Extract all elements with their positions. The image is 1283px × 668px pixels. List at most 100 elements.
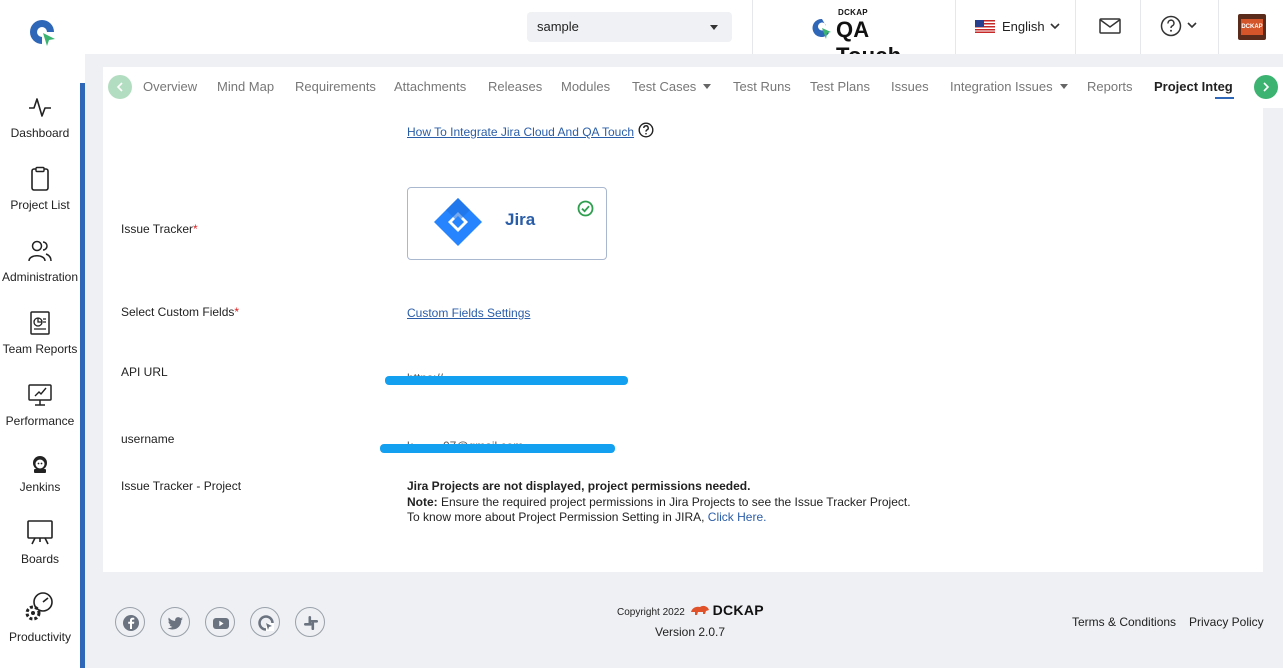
language-label: English <box>1002 19 1045 34</box>
notice-note-text: Ensure the required project permissions … <box>437 494 911 509</box>
tab-mind-map[interactable]: Mind Map <box>217 79 274 94</box>
chevron-down-icon[interactable] <box>1186 19 1198 33</box>
tab-modules[interactable]: Modules <box>561 79 610 94</box>
sidebar-item-project-list[interactable]: Project List <box>0 166 80 212</box>
chevron-down-icon <box>1050 23 1060 30</box>
help-icon[interactable] <box>638 122 654 138</box>
sidebar-item-label: Performance <box>5 414 75 428</box>
sidebar-item-team-reports[interactable]: Team Reports <box>0 310 80 356</box>
jira-logo-icon <box>434 198 482 246</box>
sidebar-item-label: Administration <box>1 270 79 284</box>
tabs-scroll-left-button[interactable] <box>108 75 132 99</box>
sidebar-item-label: Jenkins <box>19 480 61 494</box>
tab-label: Test Cases <box>632 79 697 94</box>
tab-issues[interactable]: Issues <box>891 79 929 94</box>
productivity-icon <box>25 592 53 621</box>
users-icon <box>28 240 52 262</box>
notice-note-label: Note: <box>407 494 438 509</box>
sidebar-item-label: Productivity <box>8 630 72 644</box>
dckap-mascot-icon <box>690 605 709 615</box>
project-select[interactable]: sample <box>527 12 732 42</box>
sidebar: Dashboard Project List Administration Te… <box>0 54 85 668</box>
notice-headline: Jira Projects are not displayed, project… <box>407 479 751 493</box>
active-tab-indicator <box>1215 97 1234 99</box>
header-divider <box>752 0 753 54</box>
qatouch-logo-icon[interactable] <box>28 18 58 48</box>
header-divider <box>955 0 956 54</box>
sidebar-item-dashboard[interactable]: Dashboard <box>0 94 80 140</box>
help-icon[interactable] <box>1160 15 1182 37</box>
facebook-icon <box>123 615 139 631</box>
terms-link[interactable]: Terms & Conditions <box>1072 615 1176 629</box>
qatouch-social-button[interactable] <box>250 607 280 637</box>
avatar[interactable]: DCKAP <box>1238 14 1266 40</box>
label-text: Select Custom Fields <box>121 305 235 319</box>
tab-attachments[interactable]: Attachments <box>394 79 466 94</box>
chevron-left-icon <box>116 82 123 92</box>
facebook-button[interactable] <box>115 607 145 637</box>
permission-notice: Jira Projects are not displayed, project… <box>407 479 911 526</box>
redaction-bar <box>385 376 628 385</box>
privacy-link[interactable]: Privacy Policy <box>1189 615 1264 629</box>
issue-tracker-project-label: Issue Tracker - Project <box>121 479 242 493</box>
performance-icon <box>28 384 52 406</box>
required-mark: * <box>234 305 240 319</box>
issue-tracker-label: Issue Tracker* <box>121 222 198 236</box>
sidebar-item-performance[interactable]: Performance <box>0 382 80 428</box>
slack-button[interactable] <box>295 607 325 637</box>
sidebar-item-label: Project List <box>10 198 70 212</box>
avatar-text: DCKAP <box>1241 19 1263 35</box>
twitter-icon <box>167 617 183 630</box>
header-divider <box>1218 0 1219 54</box>
redaction-bar <box>380 444 615 453</box>
chevron-right-icon <box>1263 82 1270 92</box>
board-icon <box>27 520 53 545</box>
tabs-scroll-right-button[interactable] <box>1254 75 1278 99</box>
tab-test-runs[interactable]: Test Runs <box>733 79 791 94</box>
header-divider <box>1140 0 1141 54</box>
label-text: Issue Tracker <box>121 222 194 236</box>
tab-project-integration[interactable]: Project Integra <box>1154 79 1232 94</box>
twitter-button[interactable] <box>160 607 190 637</box>
tab-overview[interactable]: Overview <box>143 79 197 94</box>
youtube-button[interactable] <box>205 607 235 637</box>
slack-icon <box>304 616 318 630</box>
sidebar-item-jenkins[interactable]: Jenkins <box>0 454 80 494</box>
sidebar-accent-bar <box>80 83 85 668</box>
click-here-link[interactable]: Click Here. <box>708 510 767 524</box>
username-label: username <box>121 432 175 446</box>
sidebar-item-administration[interactable]: Administration <box>0 238 80 284</box>
sidebar-item-boards[interactable]: Boards <box>0 518 80 566</box>
custom-fields-settings-link[interactable]: Custom Fields Settings <box>407 306 530 320</box>
qatouch-icon <box>258 615 274 631</box>
required-mark: * <box>193 222 198 236</box>
tab-requirements[interactable]: Requirements <box>295 79 376 94</box>
mail-icon[interactable] <box>1099 17 1121 35</box>
qatouch-mark-icon <box>812 18 831 39</box>
header-divider <box>1075 0 1076 54</box>
caret-down-icon <box>710 25 718 30</box>
activity-icon <box>29 98 51 117</box>
project-select-value: sample <box>537 19 579 34</box>
check-circle-icon <box>577 200 594 217</box>
jira-tracker-card[interactable]: Jira <box>407 187 607 260</box>
tracker-name: Jira <box>505 210 536 229</box>
sidebar-item-label: Team Reports <box>2 342 78 356</box>
how-to-integrate-link[interactable]: How To Integrate Jira Cloud And QA Touch <box>407 125 634 139</box>
sidebar-item-productivity[interactable]: Productivity <box>0 590 80 644</box>
tab-integration-issues[interactable]: Integration Issues <box>950 79 1068 94</box>
tab-test-plans[interactable]: Test Plans <box>810 79 870 94</box>
api-url-label: API URL <box>121 365 168 379</box>
notice-more-text: To know more about Project Permission Se… <box>407 510 708 524</box>
top-header: sample DCKAP QA Touch English <box>0 0 1283 68</box>
qatouch-brand: DCKAP QA Touch <box>812 8 937 68</box>
sidebar-item-label: Dashboard <box>10 126 70 140</box>
project-tabs: Overview Mind Map Requirements Attachmen… <box>103 67 1283 108</box>
brand-small-text: DCKAP <box>838 8 868 17</box>
footer-brand: DCKAP <box>712 602 764 618</box>
tab-releases[interactable]: Releases <box>488 79 542 94</box>
caret-down-icon <box>1059 84 1068 89</box>
tab-test-cases[interactable]: Test Cases <box>632 79 712 94</box>
tab-reports[interactable]: Reports <box>1087 79 1133 94</box>
caret-down-icon <box>703 84 712 89</box>
